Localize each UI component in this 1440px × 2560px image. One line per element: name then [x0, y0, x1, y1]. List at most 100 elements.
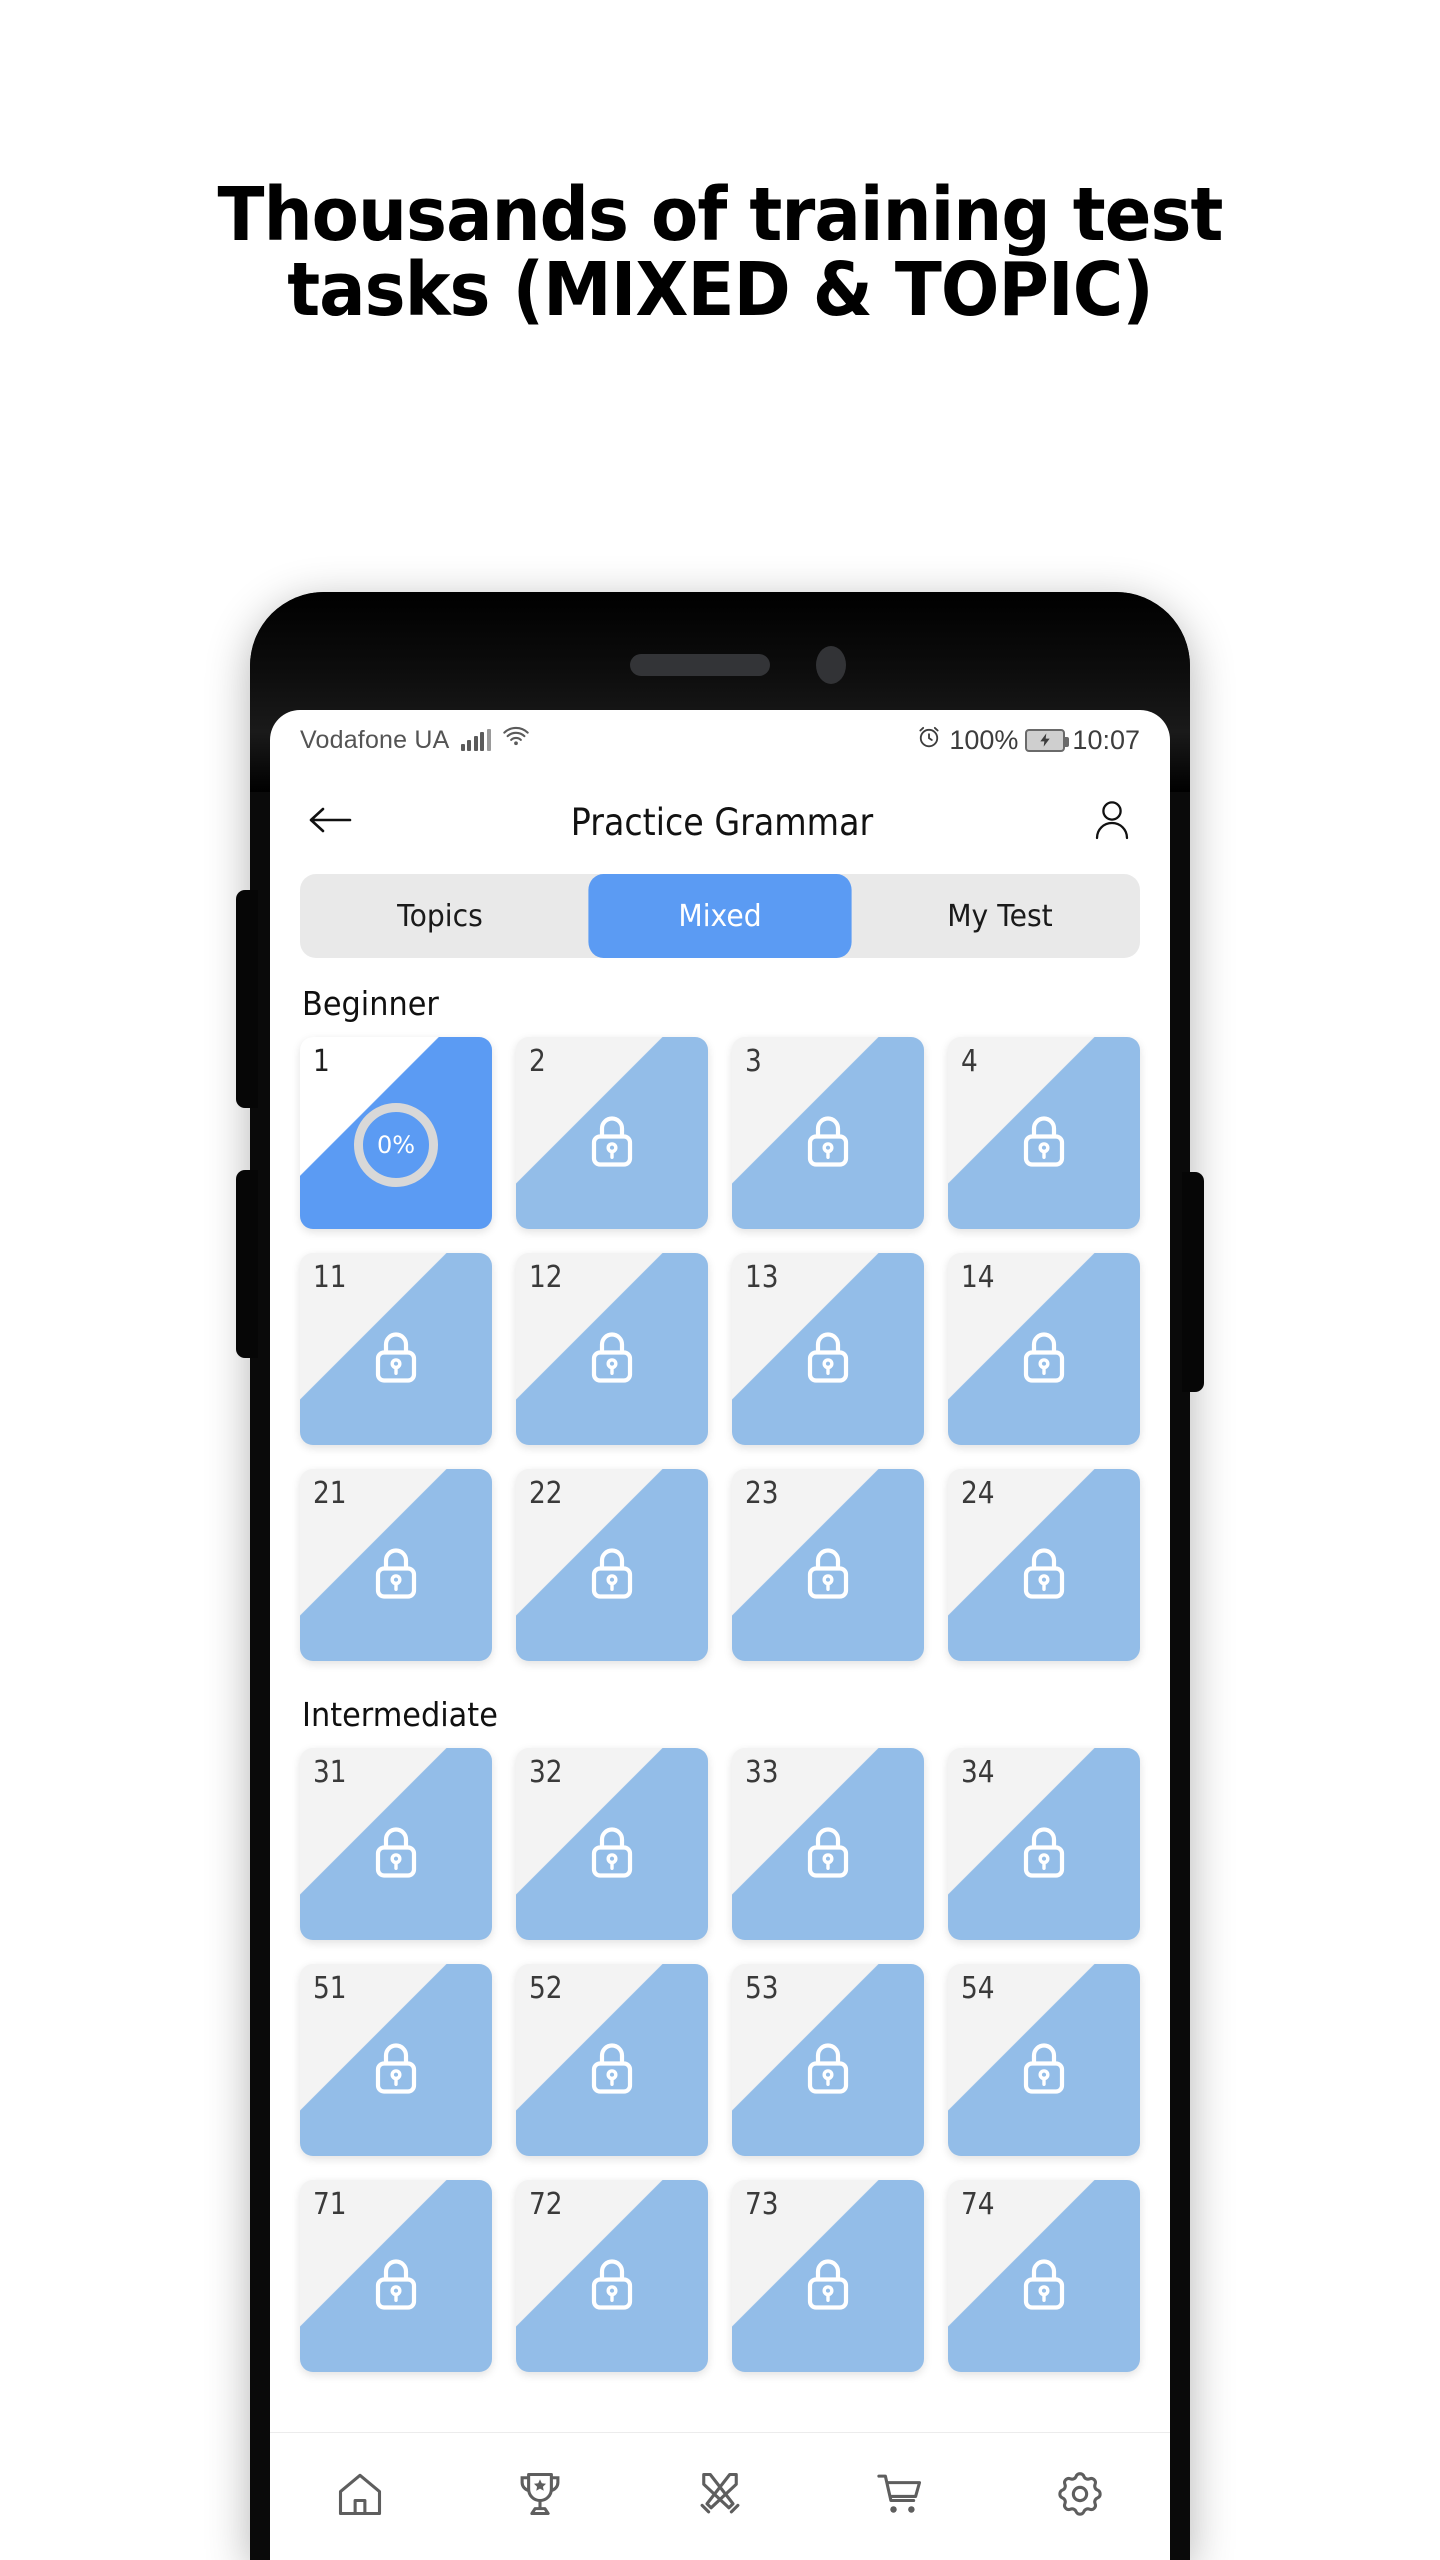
level-card-74[interactable]: 74	[948, 2180, 1140, 2372]
earpiece-speaker-icon	[630, 654, 770, 676]
battery-percent-label: 100%	[949, 724, 1019, 755]
level-number: 3	[745, 1044, 762, 1079]
app-bar: Practice Grammar	[270, 770, 1170, 874]
section-label-beginner: Beginner	[302, 984, 439, 1023]
level-number: 2	[529, 1044, 546, 1079]
lock-icon	[582, 1324, 642, 1393]
tab-topics[interactable]: Topics	[308, 874, 571, 958]
level-card-13[interactable]: 13	[732, 1253, 924, 1445]
level-grid-beginner-row-2: 11 12 13 14	[300, 1253, 1140, 1445]
level-number: 74	[961, 2187, 995, 2222]
phone-screen: Vodafone UA 100% 10:07 Practice Grammar …	[270, 710, 1170, 2560]
settings-gear-icon	[1054, 2468, 1106, 2525]
nav-home[interactable]	[270, 2468, 450, 2525]
lock-icon	[366, 2035, 426, 2104]
level-number: 21	[313, 1476, 347, 1511]
lock-icon	[366, 2251, 426, 2320]
progress-ring: 0%	[354, 1102, 438, 1187]
level-card-24[interactable]: 24	[948, 1469, 1140, 1661]
phone-mockup: Vodafone UA 100% 10:07 Practice Grammar …	[236, 592, 1204, 2560]
level-card-33[interactable]: 33	[732, 1748, 924, 1940]
level-number: 22	[529, 1476, 563, 1511]
person-icon[interactable]	[1088, 796, 1136, 849]
power-button[interactable]	[1182, 1172, 1204, 1392]
level-number: 23	[745, 1476, 779, 1511]
level-number: 12	[529, 1260, 563, 1295]
level-grid-beginner-row-1: 1 0% 2 3 4	[300, 1037, 1140, 1229]
level-grid-beginner-row-3: 21 22 23 24	[300, 1469, 1140, 1661]
volume-down-button[interactable]	[236, 1170, 258, 1358]
level-number: 32	[529, 1755, 563, 1790]
promo-heading: Thousands of training test tasks (MIXED …	[50, 172, 1389, 334]
lock-icon	[1014, 1108, 1074, 1177]
level-card-1[interactable]: 1 0%	[300, 1037, 492, 1229]
level-card-54[interactable]: 54	[948, 1964, 1140, 2156]
level-card-72[interactable]: 72	[516, 2180, 708, 2372]
level-number: 73	[745, 2187, 779, 2222]
level-number: 51	[313, 1971, 347, 2006]
level-card-52[interactable]: 52	[516, 1964, 708, 2156]
level-number: 34	[961, 1755, 995, 1790]
level-card-4[interactable]: 4	[948, 1037, 1140, 1229]
signal-bars-icon	[460, 729, 491, 751]
promo-heading-line-1: Thousands of training test	[217, 172, 1224, 258]
level-number: 11	[313, 1260, 347, 1295]
lock-icon	[582, 1540, 642, 1609]
lock-icon	[798, 1540, 858, 1609]
level-number: 54	[961, 1971, 995, 2006]
level-grid-intermediate-row-1: 31 32 33 34	[300, 1748, 1140, 1940]
front-camera-icon	[816, 646, 846, 684]
level-card-31[interactable]: 31	[300, 1748, 492, 1940]
lock-icon	[798, 1108, 858, 1177]
level-card-32[interactable]: 32	[516, 1748, 708, 1940]
level-number: 53	[745, 1971, 779, 2006]
nav-achievements[interactable]	[450, 2468, 630, 2525]
level-card-34[interactable]: 34	[948, 1748, 1140, 1940]
promo-heading-line-2: tasks (MIXED & TOPIC)	[287, 247, 1154, 334]
level-card-22[interactable]: 22	[516, 1469, 708, 1661]
level-card-14[interactable]: 14	[948, 1253, 1140, 1445]
nav-shop[interactable]	[810, 2468, 990, 2525]
level-number: 14	[961, 1260, 995, 1295]
lock-icon	[1014, 1819, 1074, 1888]
carrier-label: Vodafone UA	[300, 725, 450, 754]
battery-charging-icon	[1025, 728, 1070, 752]
tab-my-test[interactable]: My Test	[868, 874, 1131, 958]
crossed-swords-icon	[694, 2468, 746, 2525]
back-arrow-icon[interactable]	[304, 800, 356, 845]
volume-up-button[interactable]	[236, 890, 258, 1108]
lock-icon	[366, 1819, 426, 1888]
level-card-51[interactable]: 51	[300, 1964, 492, 2156]
level-card-12[interactable]: 12	[516, 1253, 708, 1445]
level-grid-intermediate-row-3: 71 72 73 74	[300, 2180, 1140, 2372]
lock-icon	[582, 1108, 642, 1177]
lock-icon	[1014, 1540, 1074, 1609]
level-card-2[interactable]: 2	[516, 1037, 708, 1229]
level-card-53[interactable]: 53	[732, 1964, 924, 2156]
level-card-73[interactable]: 73	[732, 2180, 924, 2372]
tab-mixed[interactable]: Mixed	[588, 874, 852, 958]
level-number: 31	[313, 1755, 347, 1790]
lock-icon	[582, 1819, 642, 1888]
lock-icon	[366, 1540, 426, 1609]
nav-settings[interactable]	[990, 2468, 1170, 2525]
wifi-icon	[502, 726, 530, 755]
level-card-11[interactable]: 11	[300, 1253, 492, 1445]
level-card-71[interactable]: 71	[300, 2180, 492, 2372]
clock-label: 10:07	[1072, 724, 1140, 755]
level-number: 4	[961, 1044, 978, 1079]
lock-icon	[798, 1819, 858, 1888]
level-card-3[interactable]: 3	[732, 1037, 924, 1229]
level-card-21[interactable]: 21	[300, 1469, 492, 1661]
lock-icon	[1014, 2251, 1074, 2320]
nav-battle[interactable]	[630, 2468, 810, 2525]
lock-icon	[582, 2251, 642, 2320]
levels-scroll-area[interactable]: Beginner 1 0% 2 3 4 11 12 13 14 21 22 23…	[270, 958, 1170, 2432]
lock-icon	[1014, 2035, 1074, 2104]
level-card-23[interactable]: 23	[732, 1469, 924, 1661]
bottom-navigation	[270, 2432, 1170, 2560]
segmented-control: Topics Mixed My Test	[300, 874, 1140, 958]
lock-icon	[798, 2035, 858, 2104]
trophy-icon	[514, 2468, 566, 2525]
level-number: 52	[529, 1971, 563, 2006]
